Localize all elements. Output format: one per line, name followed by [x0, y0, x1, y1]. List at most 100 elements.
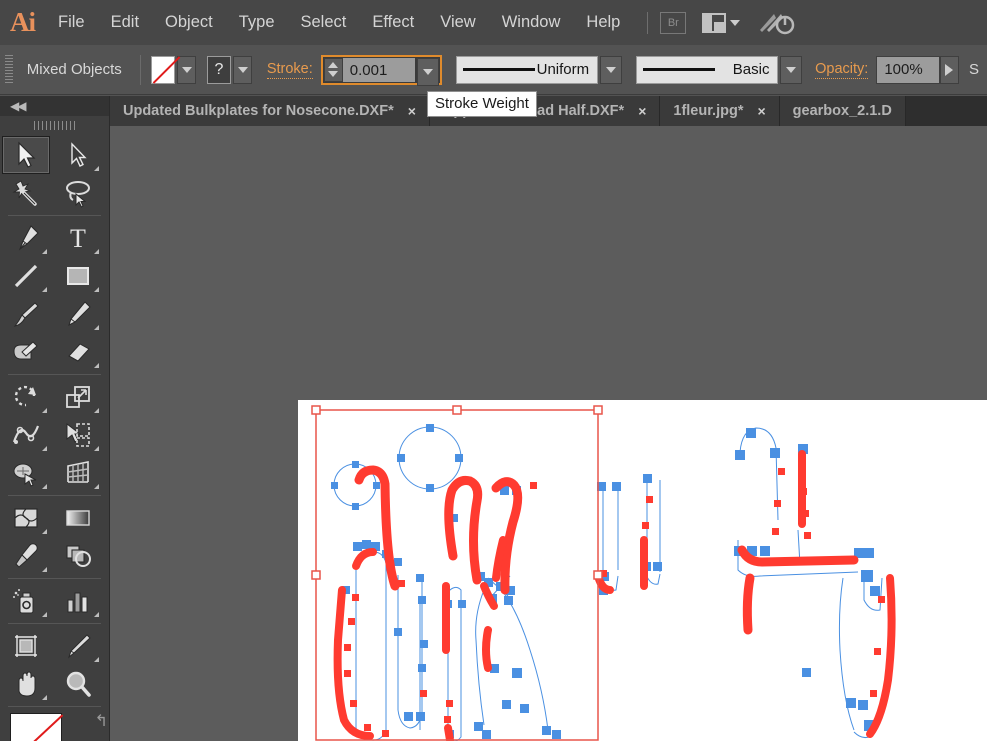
double-chevron-left-icon: ◀◀	[10, 99, 27, 113]
stroke-color-swatch[interactable]: ?	[206, 55, 232, 84]
tool-lasso[interactable]	[54, 174, 102, 212]
menu-type[interactable]: Type	[226, 0, 288, 45]
chevron-down-icon	[786, 66, 797, 73]
rotate-icon	[14, 385, 36, 407]
slice-knife-icon	[67, 634, 91, 659]
tool-blob-brush[interactable]	[2, 333, 50, 371]
tab-label: Updated Bulkplates for Nosecone.DXF*	[123, 103, 394, 119]
stroke-label-link[interactable]: Stroke:	[266, 61, 313, 79]
tool-eraser[interactable]	[54, 333, 102, 371]
tool-type[interactable]: T	[54, 219, 102, 257]
app-logo: Ai	[10, 7, 36, 37]
tool-perspective-selection[interactable]	[54, 454, 102, 492]
tool-gradient[interactable]	[54, 499, 102, 537]
stroke-weight-control[interactable]: 0.001	[320, 54, 442, 86]
close-icon[interactable]: ×	[408, 104, 416, 118]
tool-width[interactable]	[2, 416, 50, 454]
lasso-icon	[66, 181, 90, 208]
tool-paintbrush[interactable]	[2, 295, 50, 333]
tool-rotate[interactable]	[2, 378, 50, 416]
document-canvas[interactable]	[110, 126, 987, 741]
blend-icon	[66, 545, 91, 567]
tools-divider-4	[8, 578, 101, 579]
tool-mesh[interactable]	[2, 499, 50, 537]
tool-selection[interactable]	[2, 136, 50, 174]
fill-color-swatch[interactable]	[150, 55, 176, 84]
control-bar-grip[interactable]	[5, 54, 13, 85]
stroke-weight-dropdown-button[interactable]	[416, 57, 439, 86]
tool-shape-builder[interactable]	[54, 416, 102, 454]
vector-artwork[interactable]	[298, 400, 987, 741]
tools-divider-2	[8, 374, 101, 375]
menu-file[interactable]: File	[45, 0, 98, 45]
tab-updated-bulkplates[interactable]: Updated Bulkplates for Nosecone.DXF* ×	[110, 96, 430, 126]
tool-symbol-sprayer[interactable]	[2, 582, 50, 620]
stroke-weight-tooltip: Stroke Weight	[427, 91, 537, 117]
opacity-flyout-button[interactable]	[939, 55, 959, 84]
menu-object[interactable]: Object	[152, 0, 226, 45]
close-icon[interactable]: ×	[638, 104, 646, 118]
tool-column-graph[interactable]	[54, 582, 102, 620]
stroke-weight-input[interactable]: 0.001	[342, 57, 415, 82]
gradient-icon	[66, 510, 90, 526]
menu-effect[interactable]: Effect	[359, 0, 427, 45]
close-icon[interactable]: ×	[757, 104, 765, 118]
artboard[interactable]	[298, 400, 987, 741]
brush-definition-value: Basic	[732, 61, 770, 78]
tools-divider-3	[8, 495, 101, 496]
menu-select[interactable]: Select	[288, 0, 360, 45]
brush-definition-face[interactable]: Basic	[636, 55, 779, 84]
stroke-weight-stepper[interactable]	[323, 57, 343, 82]
fill-swatch-none[interactable]	[10, 713, 62, 741]
tool-rectangle[interactable]	[54, 257, 102, 295]
tool-scale[interactable]	[54, 378, 102, 416]
tool-artboard[interactable]	[2, 627, 50, 665]
tool-line-segment[interactable]	[2, 257, 50, 295]
menu-help[interactable]: Help	[573, 0, 633, 45]
swap-fill-stroke-icon[interactable]: ↰	[95, 711, 108, 731]
opacity-label-link[interactable]: Opacity:	[815, 61, 869, 79]
bridge-icon[interactable]: Br	[660, 11, 687, 34]
tab-1fleur-jpg[interactable]: 1fleur.jpg* ×	[660, 96, 780, 126]
tool-direct-selection[interactable]	[54, 136, 102, 174]
tool-slice[interactable]	[54, 627, 102, 665]
tool-perspective-grid[interactable]	[2, 454, 50, 492]
stroke-profile-face[interactable]: Uniform	[456, 55, 599, 84]
tool-eyedropper[interactable]	[2, 537, 50, 575]
brush-definition-dropdown-button[interactable]	[780, 55, 803, 84]
chevron-down-icon	[730, 19, 741, 26]
tools-collapse-button[interactable]: ◀◀	[0, 96, 109, 116]
tool-hand[interactable]	[2, 665, 50, 703]
chevron-right-icon	[945, 63, 954, 76]
stroke-profile-combo[interactable]: Uniform	[456, 55, 623, 84]
perspective-grid-icon	[13, 463, 37, 487]
cs-live-services-button[interactable]	[758, 10, 796, 36]
selection-type-label: Mixed Objects	[26, 61, 122, 78]
menu-divider	[647, 11, 649, 34]
perspective-selection-icon	[67, 461, 89, 483]
tab-gearbox[interactable]: gearbox_2.1.D	[779, 96, 906, 126]
pencil-icon	[68, 301, 91, 326]
stroke-profile-dropdown-button[interactable]	[600, 55, 623, 84]
tool-pencil[interactable]	[54, 295, 102, 333]
menu-window[interactable]: Window	[489, 0, 574, 45]
column-graph-icon	[67, 592, 88, 613]
stroke-dropdown-button[interactable]	[233, 55, 253, 84]
tool-pen[interactable]	[2, 219, 50, 257]
opacity-input[interactable]: 100%	[876, 55, 940, 84]
tool-magic-wand[interactable]	[2, 174, 50, 212]
control-divider-1	[139, 54, 141, 85]
document-tab-bar: Updated Bulkplates for Nosecone.DXF* × U…	[110, 96, 987, 126]
fill-dropdown-button[interactable]	[177, 55, 197, 84]
tools-panel-grip[interactable]	[0, 116, 109, 134]
chevron-down-icon	[181, 66, 192, 73]
menu-view[interactable]: View	[427, 0, 488, 45]
chevron-down-icon	[237, 66, 248, 73]
arrange-documents-button[interactable]	[702, 12, 741, 33]
tool-blend[interactable]	[54, 537, 102, 575]
eyedropper-icon	[15, 543, 38, 568]
menu-edit[interactable]: Edit	[98, 0, 152, 45]
svg-text:T: T	[70, 224, 86, 253]
brush-definition-combo[interactable]: Basic	[636, 55, 803, 84]
tool-zoom[interactable]	[54, 665, 102, 703]
